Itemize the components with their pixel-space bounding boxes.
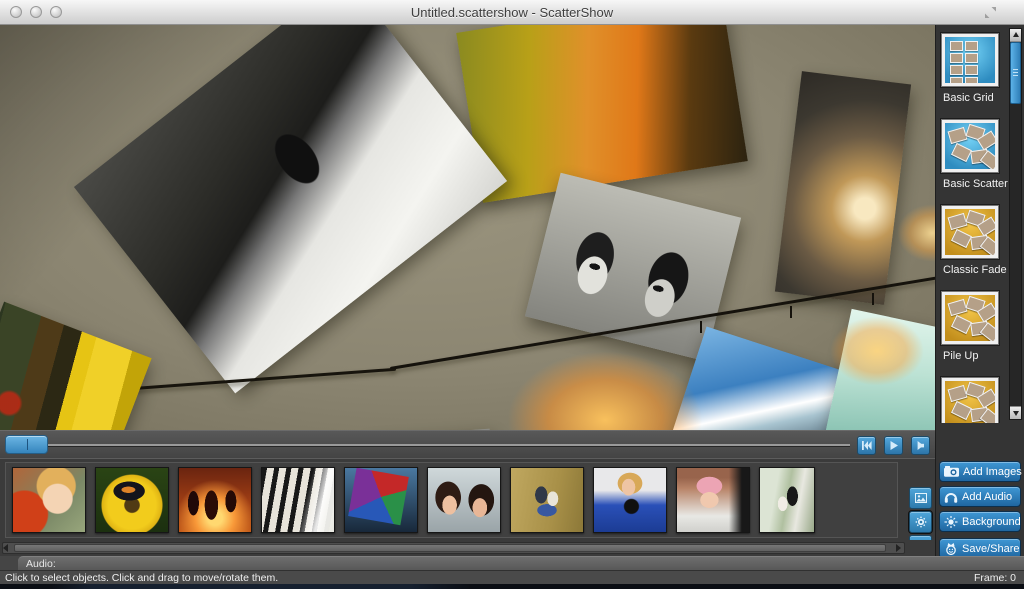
filmstrip [12,467,815,533]
thumbnail-couple-in-grass[interactable] [510,467,584,533]
basic-grid-preview [945,37,995,83]
timeline-bar [0,430,935,458]
thumbnail-couple-kissing[interactable] [759,467,815,533]
save-share-label: Save/Share [962,543,1019,555]
scattershow-window: Untitled.scattershow - ScatterShow [0,0,1024,589]
light-bulb-hanger [872,293,874,305]
add-images-button[interactable]: Add Images [939,461,1021,482]
add-images-label: Add Images [963,466,1022,478]
template-card-basic-scatter[interactable] [941,119,999,173]
go-to-start-button[interactable] [857,436,876,455]
thumbnail-zebra[interactable] [261,467,335,533]
play-button[interactable] [884,436,903,455]
filmstrip-scrollbar [0,540,935,556]
canvas-photo-yellow-edge[interactable] [0,302,152,430]
thumbnail-party-silhouettes[interactable] [178,467,252,533]
scroll-down-arrow[interactable] [1010,406,1021,419]
scroll-up-arrow[interactable] [1010,29,1021,42]
template-scrollbar [1009,28,1022,420]
filmstrip-scrollbar-thumb[interactable] [14,544,886,552]
canvas-photo-teal[interactable] [824,309,935,430]
add-audio-label: Add Audio [962,491,1012,503]
timeline-slider-handle[interactable] [5,435,48,454]
background-button[interactable]: Background [939,511,1021,532]
frame-counter: Frame: 0 [974,572,1016,584]
title-bar: Untitled.scattershow - ScatterShow [0,0,1024,25]
desktop-strip [0,584,1024,589]
frame-properties-button[interactable] [909,487,932,509]
audio-panel: Audio: [18,556,1024,570]
audio-bar: Audio: [0,556,1024,570]
thumbnail-colorful-kite[interactable] [344,467,418,533]
scroll-right-arrow[interactable] [893,542,903,552]
thumbnail-child-portrait[interactable] [12,467,86,533]
template-sidebar: Basic Grid Basic Scatter Classic Fade [935,25,1024,558]
partial-template-preview [945,381,995,423]
settings-gear-button[interactable] [909,511,932,533]
light-bulb-hanger [700,321,702,333]
thumbnail-baby-pink-hat[interactable] [676,467,750,533]
thumbnail-butterfly-sunflower[interactable] [95,467,169,533]
scroll-left-arrow[interactable] [1,542,11,552]
crown-smiley-icon [944,542,958,555]
template-card-partial[interactable] [941,377,999,423]
preview-canvas[interactable] [0,25,935,430]
template-card-classic-fade[interactable] [941,205,999,259]
canvas-photo-bw-pier[interactable] [74,25,507,393]
status-bar: Click to select objects. Click and drag … [0,570,1024,584]
sun-icon [944,516,958,528]
background-label: Background [962,516,1021,528]
basic-scatter-preview [945,123,995,169]
filmstrip-panel [0,458,935,540]
canvas-photo-sunset-clouds[interactable] [775,71,911,305]
filmstrip-inner-panel [5,462,898,538]
light-bulb-hanger [790,306,792,318]
camera-icon [944,466,959,477]
headphones-icon [944,491,958,503]
audio-label: Audio: [26,558,56,570]
timeline-track[interactable] [8,444,850,446]
thumbnail-woman-with-camera[interactable] [593,467,667,533]
action-button-column: Add Images Add Audio Background Save/Sha… [939,461,1023,563]
pile-up-preview [945,295,995,341]
template-card-basic-grid[interactable] [941,33,999,87]
fullscreen-icon[interactable] [985,7,996,18]
mute-button[interactable] [911,436,930,455]
filmstrip-scrollbar-track[interactable] [2,542,905,554]
thumbnail-two-women[interactable] [427,467,501,533]
classic-fade-preview [945,209,995,255]
template-card-pile-up[interactable] [941,291,999,345]
template-scrollbar-thumb[interactable] [1010,42,1021,104]
window-title: Untitled.scattershow - ScatterShow [0,5,1024,20]
status-hint-text: Click to select objects. Click and drag … [5,572,278,584]
add-audio-button[interactable]: Add Audio [939,486,1021,507]
